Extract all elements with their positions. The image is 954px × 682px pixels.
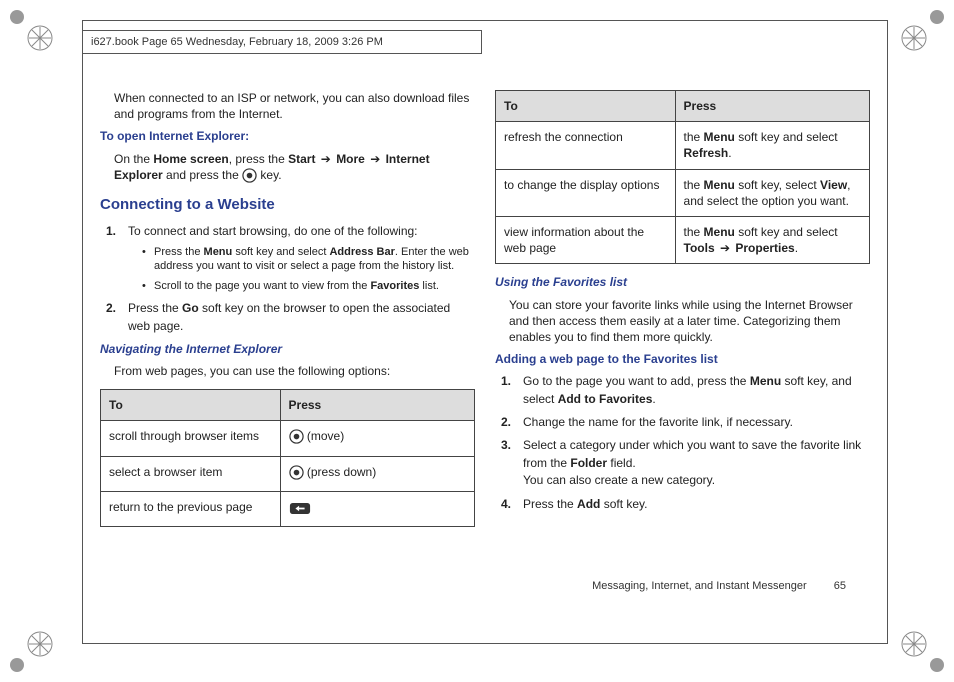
right-column: To Press refresh the connection the Menu… [495,90,870,620]
page-footer: Messaging, Internet, and Instant Messeng… [592,580,846,592]
fav-step-3: 3. Select a category under which you wan… [523,437,870,489]
table-row: to change the display options the Menu s… [496,169,870,216]
running-header: i627.book Page 65 Wednesday, February 18… [82,30,482,54]
ok-key-icon [289,465,304,484]
table-row: scroll through browser items (move) [101,421,475,456]
intro-text: When connected to an ISP or network, you… [100,90,475,122]
heading-open-ie: To open Internet Explorer: [100,128,475,144]
nav-th-press: Press [280,390,474,421]
nav-body: From web pages, you can use the followin… [100,363,475,379]
opt-th-press: Press [675,91,869,122]
options-table: To Press refresh the connection the Menu… [495,90,870,264]
table-row: view information about the web page the … [496,216,870,263]
corner-deco-tr [900,24,928,52]
bolt-bl [10,658,24,672]
corner-deco-bl [26,630,54,658]
corner-deco-tl [26,24,54,52]
favorites-body: You can store your favorite links while … [495,297,870,346]
footer-page-number: 65 [834,580,846,592]
connect-steps: 1. To connect and start browsing, do one… [100,223,475,335]
fav-step-1: 1. Go to the page you want to add, press… [523,373,870,408]
heading-favorites: Using the Favorites list [495,274,870,290]
bolt-tl [10,10,24,24]
table-row: return to the previous page [101,491,475,526]
left-column: When connected to an ISP or network, you… [100,90,475,620]
table-row: refresh the connection the Menu soft key… [496,122,870,169]
heading-connecting: Connecting to a Website [100,195,475,215]
footer-section: Messaging, Internet, and Instant Messeng… [592,580,807,592]
add-fav-steps: 1. Go to the page you want to add, press… [495,373,870,513]
dpad-icon [289,429,304,448]
fav-step-4: 4. Press the Add soft key. [523,496,870,513]
ok-key-icon [242,168,257,187]
corner-deco-br [900,630,928,658]
fav-step-2: 2. Change the name for the favorite link… [523,414,870,431]
heading-navigating: Navigating the Internet Explorer [100,341,475,357]
page-content: When connected to an ISP or network, you… [100,90,870,620]
step-2: 2. Press the Go soft key on the browser … [128,300,475,335]
opt-th-to: To [496,91,676,122]
bolt-br [930,658,944,672]
table-row: select a browser item (press down) [101,456,475,491]
step-1: 1. To connect and start browsing, do one… [128,223,475,294]
heading-add-fav: Adding a web page to the Favorites list [495,351,870,367]
back-key-icon [289,502,311,519]
running-header-text: i627.book Page 65 Wednesday, February 18… [91,36,383,48]
open-ie-instruction: On the Home screen, press the Start ➔ Mo… [100,151,475,187]
nav-th-to: To [101,390,281,421]
nav-table: To Press scroll through browser items (m… [100,389,475,527]
bolt-tr [930,10,944,24]
step-1a: Press the Menu soft key and select Addre… [142,245,475,275]
step-1b: Scroll to the page you want to view from… [142,279,475,294]
